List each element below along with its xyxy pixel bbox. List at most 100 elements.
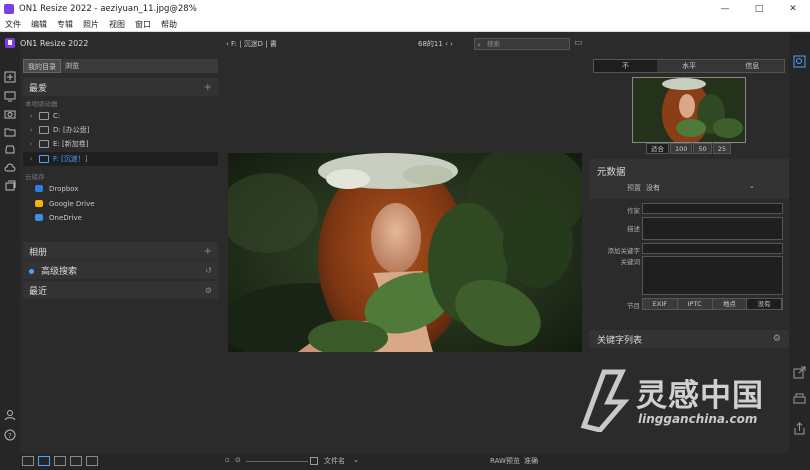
sort-chevron-icon[interactable]: ⌄ — [353, 456, 359, 464]
raw-preview-select[interactable]: 准确 — [524, 456, 538, 466]
left-tabs: 我的目录 浏览 — [23, 59, 218, 73]
cloud-storage-label: 云储存 — [25, 173, 45, 181]
maximize-button[interactable]: □ — [742, 0, 776, 17]
cloud-dropbox[interactable]: Dropbox — [35, 182, 79, 195]
help-icon[interactable]: ? — [4, 429, 16, 441]
drive-label: D: [办公盘] — [53, 126, 90, 134]
author-field[interactable] — [642, 203, 783, 214]
refresh-icon[interactable]: ↺ — [205, 266, 212, 275]
navigator-preview[interactable] — [632, 77, 746, 143]
monitor-icon[interactable] — [4, 90, 16, 102]
cloud-google-drive[interactable]: Google Drive — [35, 197, 95, 210]
prev-icon[interactable]: ‹ — [445, 40, 448, 48]
search-input[interactable]: ⌕ 搜索 — [474, 38, 570, 50]
metadata-section-tabs: EXIF IPTC 地点 没有 — [642, 298, 783, 310]
cloud-icon[interactable] — [4, 162, 16, 174]
tab-location[interactable]: 地点 — [712, 299, 748, 309]
right-tool-column — [789, 33, 810, 470]
search-icon: ⌕ — [477, 41, 481, 49]
expand-caret-icon[interactable]: › — [26, 140, 36, 148]
tab-horizontal[interactable]: 水平 — [657, 60, 721, 72]
tab-info[interactable]: 信息 — [720, 60, 784, 72]
menu-help[interactable]: 帮助 — [161, 19, 177, 30]
tab-no-compare[interactable]: 不 — [594, 60, 658, 72]
folder-icon[interactable] — [4, 126, 16, 138]
expand-caret-icon[interactable]: › — [26, 112, 36, 120]
close-button[interactable]: ✕ — [776, 0, 810, 17]
drive-icon — [39, 126, 49, 134]
menu-window[interactable]: 窗口 — [135, 19, 151, 30]
browse-mode-icon[interactable] — [793, 55, 806, 68]
next-icon[interactable]: › — [450, 40, 453, 48]
drive-c[interactable]: › C: — [23, 109, 218, 123]
drive-icon[interactable] — [4, 144, 16, 156]
zoom-options: 适合 100 50 25 — [646, 143, 732, 154]
menu-photo[interactable]: 照片 — [83, 19, 99, 30]
tab-browse[interactable]: 浏览 — [61, 59, 83, 73]
sort-select[interactable]: 文件名 — [324, 456, 345, 466]
zoom-fit-button[interactable]: 适合 — [646, 143, 669, 154]
view-compare-button[interactable] — [70, 456, 82, 466]
share-icon[interactable] — [793, 422, 806, 435]
breadcrumb[interactable]: F: | 沉迷D | 書 — [231, 40, 277, 48]
tab-iptc[interactable]: IPTC — [677, 299, 713, 309]
minimize-button[interactable]: — — [708, 0, 742, 17]
tab-exif[interactable]: EXIF — [643, 299, 678, 309]
keywords-label: 关键词 — [620, 258, 641, 266]
camera-icon[interactable] — [4, 108, 16, 120]
expand-caret-icon[interactable]: › — [26, 155, 36, 163]
expand-caret-icon[interactable]: › — [26, 126, 36, 134]
cloud-label: OneDrive — [49, 213, 82, 222]
menu-album[interactable]: 专辑 — [57, 19, 73, 30]
tab-none[interactable]: 没有 — [747, 299, 782, 309]
svg-text:?: ? — [8, 432, 12, 440]
user-icon[interactable] — [4, 409, 16, 421]
section-label: 节目 — [627, 302, 640, 310]
add-keyword-field[interactable] — [642, 243, 783, 254]
drive-f[interactable]: › F: [沉迷！] — [23, 152, 218, 166]
zoom-50-button[interactable]: 50 — [693, 143, 712, 154]
menu-file[interactable]: 文件 — [5, 19, 21, 30]
settings-icon[interactable]: ⚙ — [205, 286, 212, 295]
export-icon[interactable] — [793, 366, 806, 379]
advanced-search-label: 高级搜索 — [41, 266, 78, 277]
drive-e[interactable]: › E: [新加卷] — [23, 137, 218, 151]
favorites-header[interactable]: 最爱 + — [23, 78, 218, 96]
albums-icon[interactable] — [4, 180, 16, 192]
window-title: ON1 Resize 2022 - aeziyuan_11.jpg@28% — [19, 3, 197, 14]
cloud-onedrive[interactable]: OneDrive — [35, 211, 82, 224]
keywords-field[interactable] — [642, 256, 783, 295]
view-grid-button[interactable] — [22, 456, 34, 466]
view-filmstrip-button[interactable] — [54, 456, 66, 466]
chevron-down-icon[interactable]: ⌄ — [749, 182, 755, 190]
keyword-list-header[interactable]: 关键字列表 ⚙ — [589, 330, 789, 348]
select-checkbox[interactable] — [310, 457, 318, 465]
search-placeholder: 搜索 — [487, 40, 500, 48]
view-fullscreen-button[interactable] — [86, 456, 98, 466]
zoom-slider-handle[interactable]: ⊙ — [235, 456, 241, 464]
cloud-label: Dropbox — [49, 184, 79, 193]
albums-header[interactable]: 相册 + — [23, 242, 218, 260]
gear-icon[interactable]: ⚙ — [773, 334, 781, 344]
drive-d[interactable]: › D: [办公盘] — [23, 123, 218, 137]
left-panel: ON1 Resize 2022 我的目录 浏览 最爱 + 本地驱动器 › C: … — [20, 33, 219, 453]
favorites-label: 最爱 — [29, 83, 48, 94]
add-favorite-icon[interactable]: + — [204, 82, 212, 93]
tab-my-catalog[interactable]: 我的目录 — [23, 59, 61, 73]
description-field[interactable] — [642, 217, 783, 240]
drive-label: E: [新加卷] — [53, 140, 89, 148]
view-detail-button[interactable] — [38, 456, 50, 466]
add-folder-icon[interactable] — [4, 71, 16, 83]
recent-header[interactable]: 最近 ⚙ — [23, 281, 218, 299]
zoom-slider-track[interactable] — [246, 461, 308, 462]
folder-browse-icon[interactable]: ▭ — [574, 38, 583, 48]
add-album-icon[interactable]: + — [204, 246, 212, 257]
keyword-list-label: 关键字列表 — [597, 335, 643, 346]
zoom-100-button[interactable]: 100 — [670, 143, 693, 154]
zoom-25-button[interactable]: 25 — [712, 143, 731, 154]
preset-select[interactable]: 没有 — [646, 183, 660, 193]
print-icon[interactable] — [793, 393, 806, 406]
advanced-search-header[interactable]: 高级搜索 ↺ — [23, 261, 218, 279]
menu-edit[interactable]: 编辑 — [31, 19, 47, 30]
menu-view[interactable]: 视图 — [109, 19, 125, 30]
